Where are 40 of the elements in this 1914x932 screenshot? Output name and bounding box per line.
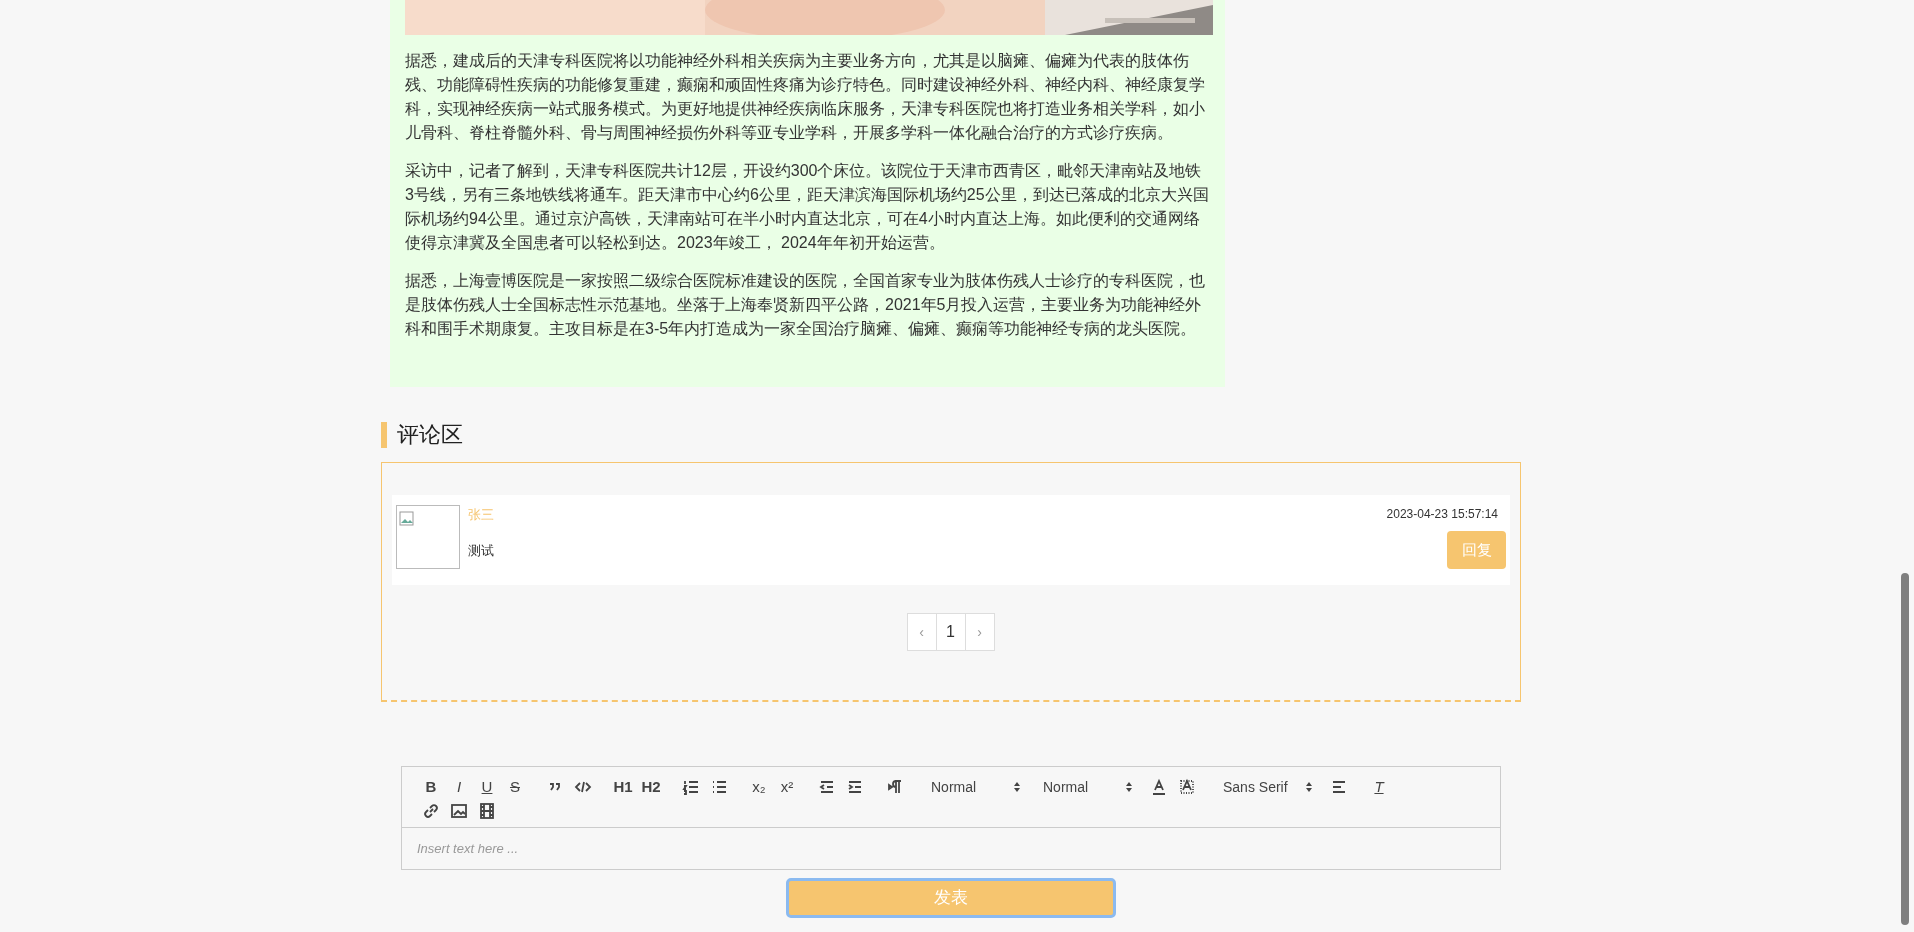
script-button[interactable]: x² [773, 775, 801, 799]
format-dropdown[interactable]: Normal [921, 775, 1033, 799]
link-icon[interactable] [422, 802, 440, 820]
text-color-icon[interactable] [1150, 778, 1168, 796]
align-left-icon[interactable] [1330, 778, 1348, 796]
article-paragraph: 据悉，建成后的天津专科医院将以功能神经外科相关疾病为主要业务方向，尤其是以脑瘫、偏瘫为代表的肢体伤残、功能障碍性疾病的功能修复重建，癫痫和顽固性疼痛为诊疗特色。同时建设神经外科、神经内科、神经康复学科，实现神经疾病一站式服务模式。为更好地提供神经疾病临床服务，天津专科医院也将打造业务相关学科，如小儿骨科、脊柱脊髓外科、骨与周围神经损伤外科等亚专业学科，开展多学科一体化融合治疗的方式诊疗疾病。 [405, 51, 1206, 143]
article-paragraph: 据悉，上海壹博医院是一家按照二级综合医院标准建设的医院，全国首家专业为肢体伤残人士诊疗的专科医院，也是肢体伤残人士全国标志性示范基地。坐落于上海奉贤新四平公路，2021年5月投入运营，主要业务为功能神经外科和围手术期康复。主攻目标是在3-5年内打造成为一家全国治疗脑瘫、偏瘫、癫痫等功能神经专病的龙头医院。 [405, 271, 1206, 339]
numbered-list-icon[interactable] [682, 778, 700, 796]
heading-button[interactable]: H1 [609, 775, 637, 799]
indent-icon[interactable] [846, 778, 864, 796]
film-icon[interactable] [478, 802, 496, 820]
dropdown-label: Normal [931, 777, 977, 797]
bullet-list-icon[interactable] [710, 778, 728, 796]
format-dropdown[interactable]: Normal [1033, 775, 1145, 799]
article-paragraph: 采访中，记者了解到，天津专科医院共计12层，开设约300个床位。该院位于天津市西青区，毗邻天津南站及地铁3号线，另有三条地铁线将通车。距天津市中心约6公里，距天津滨海国际机场约25公里，到达已落成的北京大兴国际机场约94公里。通过京沪高铁，天津南站可在半小时内直达北京，可在4小时内直达上海。如此便利的交通网络使得京津冀及全国患者可以轻松到达。2023年竣工， 2024年年初开始运营。 [405, 161, 1210, 253]
page-button[interactable]: 1 [935, 613, 966, 651]
strikethrough-button[interactable]: S [501, 775, 529, 799]
paragraph-icon[interactable] [886, 778, 904, 796]
underline-button[interactable]: U [473, 775, 501, 799]
comment-author: 张三 [468, 506, 495, 524]
sort-caret-icon [1305, 781, 1313, 793]
image-icon[interactable] [450, 802, 468, 820]
sort-caret-icon [1013, 781, 1021, 793]
sort-caret-icon [1125, 781, 1133, 793]
dropdown-label: Sans Serif [1223, 777, 1288, 797]
comment-text: 测试 [468, 541, 495, 560]
bold-button[interactable]: B [417, 775, 445, 799]
scrollbar-thumb[interactable] [1901, 573, 1909, 925]
outdent-icon[interactable] [818, 778, 836, 796]
highlight-icon[interactable] [1178, 778, 1196, 796]
dropdown-label: Normal [1043, 777, 1089, 797]
format-dropdown[interactable]: Sans Serif [1213, 775, 1325, 799]
clear-format-button[interactable]: T [1365, 775, 1393, 799]
italic-button[interactable]: I [445, 775, 473, 799]
comment-time: 2023-04-23 15:57:14 [1386, 506, 1499, 523]
script-button[interactable]: x₂ [745, 775, 773, 799]
editor-input[interactable]: Insert text here ... [401, 828, 1501, 870]
section-heading: 评论区 [381, 422, 1521, 448]
heading-button[interactable]: H2 [637, 775, 665, 799]
broken-image-icon [399, 510, 415, 527]
